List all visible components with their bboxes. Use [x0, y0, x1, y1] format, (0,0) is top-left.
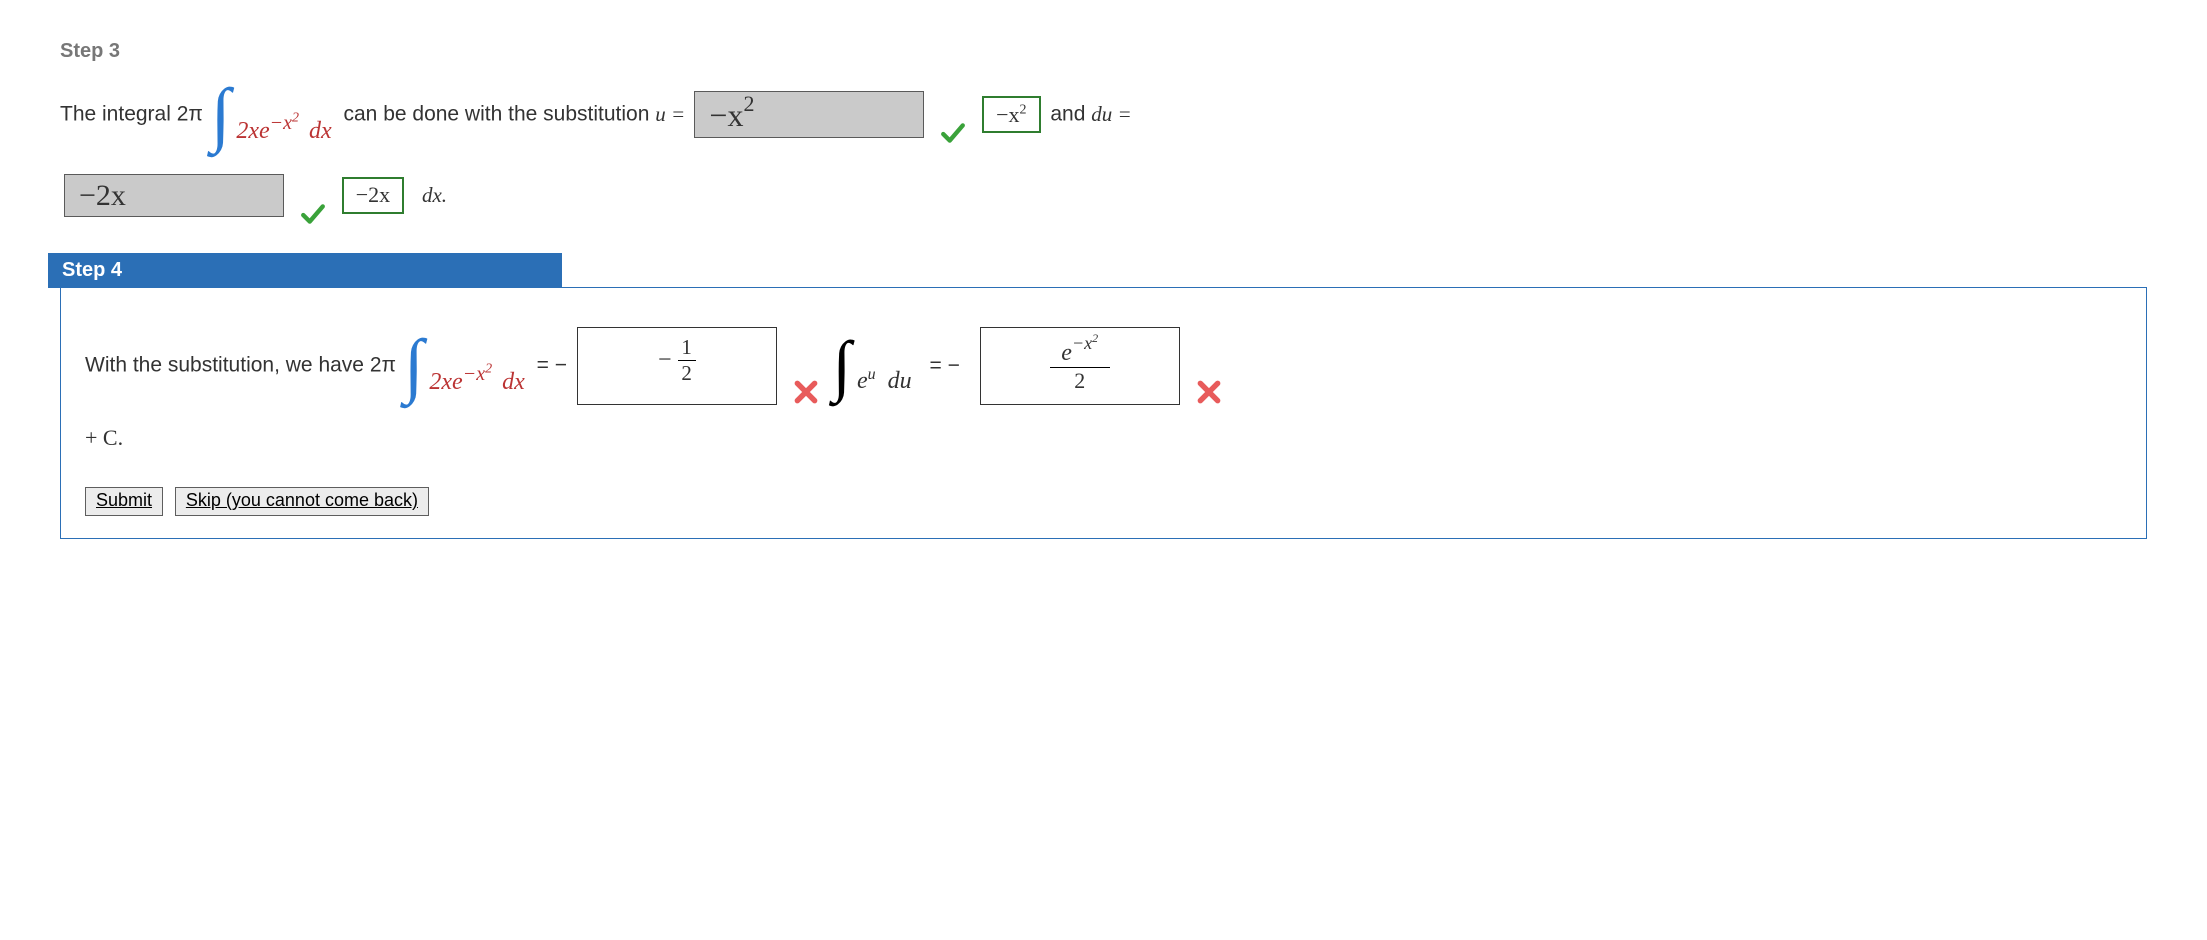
- answer-box-second[interactable]: e−x2 2: [980, 327, 1180, 405]
- cross-icon: [1196, 379, 1222, 405]
- step3-line1: The integral 2π ∫ 2xe−x2 dx can be done …: [60, 73, 2147, 156]
- integral-sign-icon: ∫: [833, 327, 852, 403]
- integrand2: 2xe−x2 dx: [429, 369, 524, 395]
- submit-button[interactable]: Submit: [85, 487, 163, 516]
- check-icon: [940, 120, 966, 146]
- answer-box-u[interactable]: −x2: [694, 91, 924, 139]
- middle-int: ∫ eu du: [833, 326, 912, 405]
- plus-c: + C.: [85, 425, 2122, 451]
- step3-line2: −2x −2x dx.: [60, 174, 2147, 217]
- and-du-text: and: [1050, 103, 1091, 126]
- du-eq: du =: [1091, 102, 1131, 126]
- eu-du: eu du: [857, 368, 912, 394]
- step4-text1: With the substitution, we have 2π: [85, 354, 402, 377]
- eq-neg-2: = −: [929, 354, 959, 377]
- step3-text2: can be done with the substitution: [344, 103, 656, 126]
- u-equals: u =: [655, 102, 690, 126]
- step-3-header: Step 3: [60, 40, 2147, 63]
- eq-neg: = −: [537, 354, 567, 377]
- dx-dot: dx.: [422, 183, 447, 207]
- correct-box-u: −x2: [982, 96, 1040, 133]
- integrand: 2xe−x2 dx: [236, 118, 331, 144]
- skip-button[interactable]: Skip (you cannot come back): [175, 487, 429, 516]
- step4-line1: With the substitution, we have 2π ∫ 2xe−…: [85, 324, 2122, 407]
- correct-box-du: −2x: [342, 177, 404, 213]
- answer-box-first[interactable]: − 1 2: [577, 327, 777, 405]
- step4-box: With the substitution, we have 2π ∫ 2xe−…: [60, 287, 2147, 539]
- step3-text1: The integral 2π: [60, 103, 209, 126]
- button-row: Submit Skip (you cannot come back): [85, 487, 2122, 516]
- integral-sign-icon: ∫: [211, 74, 231, 154]
- check-icon: [300, 201, 326, 227]
- answer-box-du[interactable]: −2x: [64, 174, 284, 217]
- step-4-header: Step 4: [48, 253, 562, 288]
- step3-integral: ∫ 2xe−x2 dx: [211, 73, 336, 156]
- integral-sign-icon: ∫: [404, 325, 424, 405]
- step4-integral: ∫ 2xe−x2 dx: [404, 324, 529, 407]
- cross-icon: [793, 379, 819, 405]
